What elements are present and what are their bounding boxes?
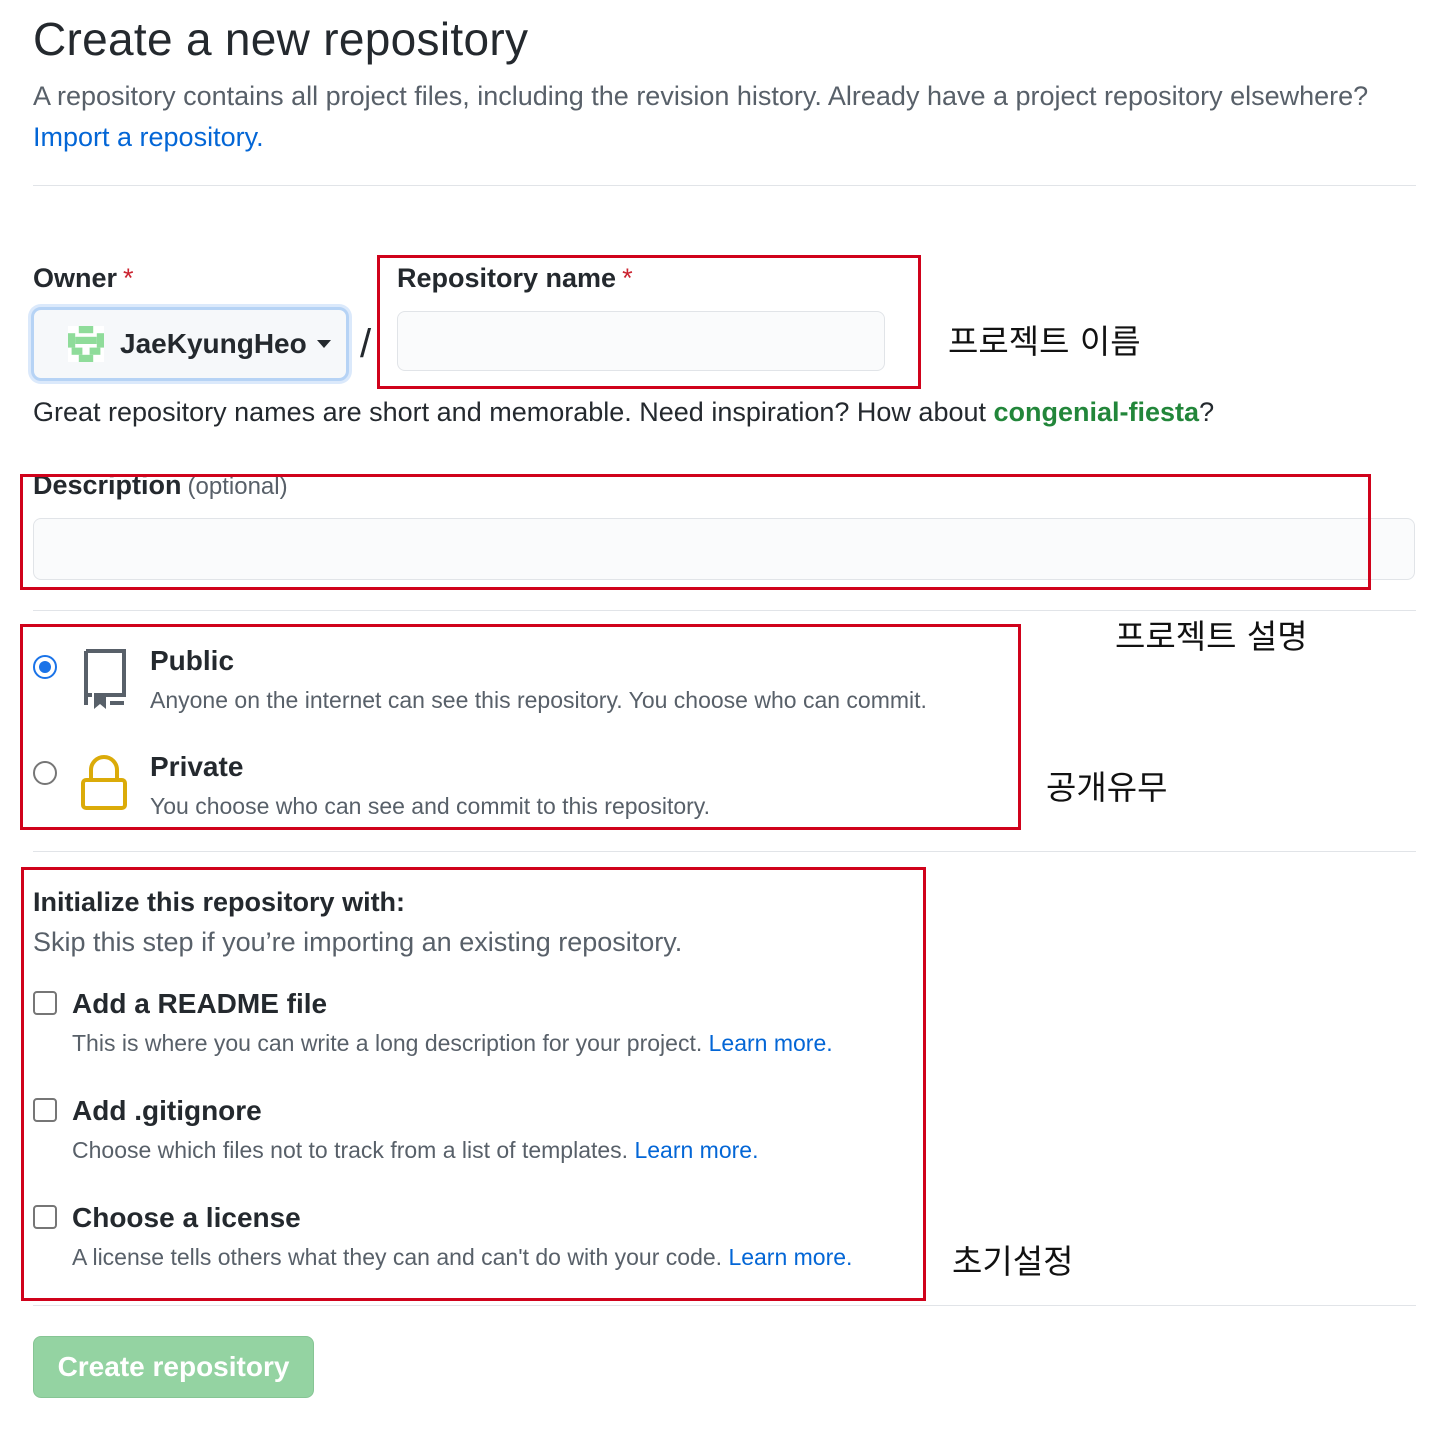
readme-desc-text: This is where you can write a long descr…: [72, 1030, 703, 1056]
optional-tag: (optional): [187, 473, 288, 500]
annotation-repo-name: 프로젝트 이름: [948, 322, 1141, 361]
identicon-avatar-icon: [68, 326, 104, 362]
license-title: Choose a license: [72, 1202, 301, 1233]
divider: [33, 1305, 1416, 1306]
lock-icon: [81, 755, 127, 810]
public-title: Public: [150, 645, 235, 676]
gitignore-desc: Choose which files not to track from a l…: [72, 1137, 758, 1164]
owner-value: JaeKyungHeo: [120, 328, 307, 359]
page-title: Create a new repository: [33, 13, 529, 65]
gitignore-desc-text: Choose which files not to track from a l…: [72, 1137, 629, 1163]
repo-name-label: Repository name *: [397, 263, 633, 294]
annotation-description: 프로젝트 설명: [1115, 617, 1308, 656]
create-repository-button[interactable]: Create repository: [33, 1336, 314, 1398]
create-repository-page: Create a new repository A repository con…: [0, 0, 1440, 1433]
license-checkbox[interactable]: [33, 1205, 57, 1229]
readme-title: Add a README file: [72, 988, 328, 1019]
divider: [33, 851, 1416, 852]
gitignore-learn-more-link[interactable]: Learn more.: [634, 1137, 758, 1163]
public-radio[interactable]: [33, 655, 57, 679]
readme-learn-more-link[interactable]: Learn more.: [709, 1030, 833, 1056]
annotation-init: 초기설정: [952, 1242, 1074, 1281]
repo-book-icon: [84, 649, 126, 709]
description-input[interactable]: [33, 518, 1415, 580]
name-hint: Great repository names are short and mem…: [33, 397, 1214, 428]
name-hint-end: ?: [1199, 397, 1215, 427]
required-mark: *: [622, 263, 633, 293]
readme-checkbox[interactable]: [33, 991, 57, 1015]
init-title: Initialize this repository with:: [33, 887, 406, 917]
owner-label-text: Owner: [33, 263, 118, 293]
required-mark: *: [123, 263, 134, 293]
owner-label: Owner *: [33, 263, 134, 294]
annotation-visibility: 공개유무: [1046, 768, 1168, 807]
description-label-text: Description: [33, 470, 182, 500]
gitignore-checkbox[interactable]: [33, 1098, 57, 1122]
init-subtitle: Skip this step if you’re importing an ex…: [33, 927, 683, 957]
license-desc: A license tells others what they can and…: [72, 1244, 852, 1271]
name-hint-text: Great repository names are short and mem…: [33, 397, 986, 427]
description-label: Description (optional): [33, 470, 288, 501]
license-learn-more-link[interactable]: Learn more.: [728, 1244, 852, 1270]
readme-desc: This is where you can write a long descr…: [72, 1030, 833, 1057]
caret-down-icon: [316, 340, 331, 348]
owner-repo-separator: /: [360, 322, 372, 366]
name-suggestion[interactable]: congenial-fiesta: [994, 397, 1200, 427]
divider: [33, 610, 1416, 611]
private-desc: You choose who can see and commit to thi…: [150, 793, 710, 819]
repo-name-input[interactable]: [397, 311, 885, 371]
owner-select-button[interactable]: JaeKyungHeo: [31, 307, 349, 381]
page-subtitle: A repository contains all project files,…: [33, 76, 1413, 158]
private-radio[interactable]: [33, 761, 57, 785]
import-repository-link[interactable]: Import a repository.: [33, 122, 264, 152]
divider: [33, 185, 1416, 186]
private-title: Private: [150, 751, 244, 782]
gitignore-title: Add .gitignore: [72, 1095, 262, 1126]
repo-name-label-text: Repository name: [397, 263, 617, 293]
public-desc: Anyone on the internet can see this repo…: [150, 687, 927, 713]
subtitle-text: A repository contains all project files,…: [33, 81, 1369, 111]
license-desc-text: A license tells others what they can and…: [72, 1244, 723, 1270]
